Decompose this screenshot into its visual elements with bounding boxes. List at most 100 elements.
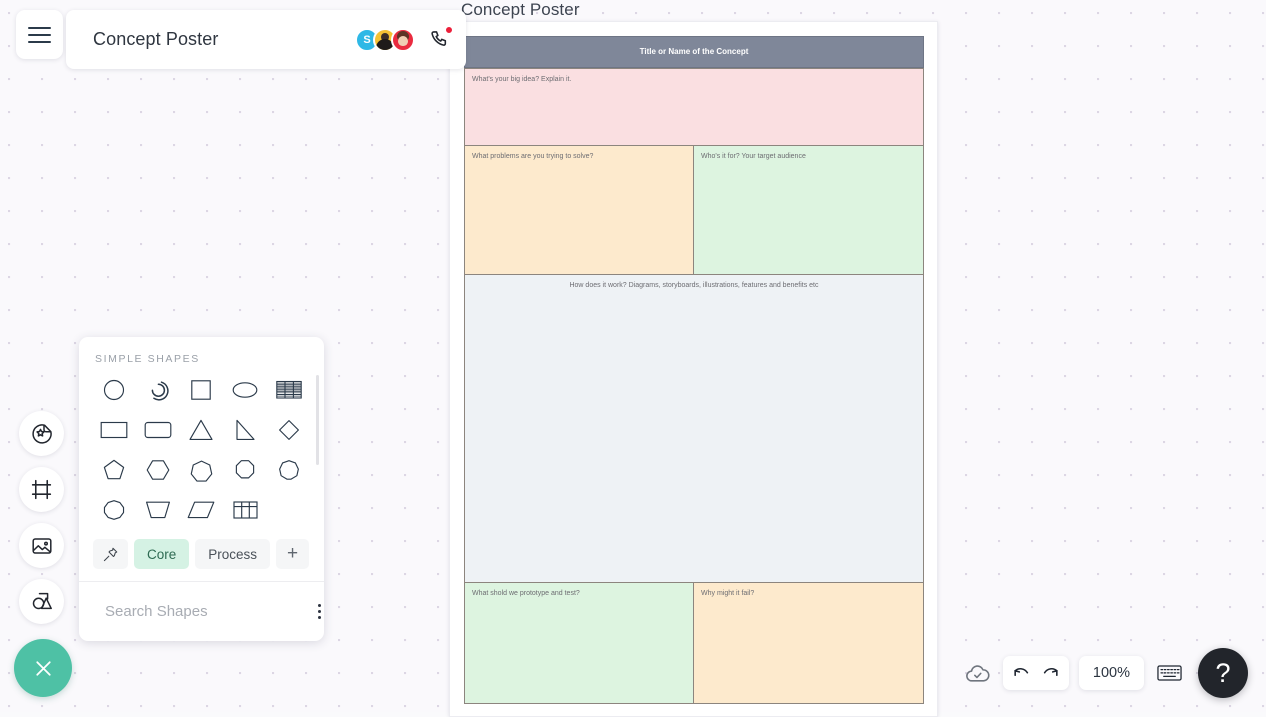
ellipse-icon (232, 378, 258, 402)
parallelogram-icon (187, 499, 215, 521)
poster-cell-title-header[interactable]: Title or Name of the Concept (464, 36, 924, 68)
rectangle-icon (100, 419, 128, 441)
poster-cell-audience[interactable]: Who's it for? Your target audience (693, 145, 924, 275)
hamburger-menu-icon (28, 41, 51, 43)
close-icon (31, 656, 56, 681)
kebab-menu-icon (318, 604, 321, 607)
shapes-icon (30, 590, 54, 614)
tab-process[interactable]: Process (195, 539, 270, 569)
poster-cell-label: Why might it fail? (701, 589, 916, 598)
poster-cell-label: How does it work? Diagrams, storyboards,… (479, 281, 909, 290)
poster-cell-why-fail[interactable]: Why might it fail? (693, 582, 924, 704)
poster-cell-label: Title or Name of the Concept (640, 47, 749, 57)
tab-pinned[interactable] (93, 539, 128, 569)
shape-triangle[interactable] (181, 413, 223, 447)
close-panel-button[interactable] (14, 639, 72, 697)
undo-button[interactable] (1008, 660, 1035, 687)
poster-cell-label: What shold we prototype and test? (472, 589, 686, 598)
pin-icon (102, 546, 119, 563)
diamond-icon (277, 418, 301, 442)
shapes-panel-scrollbar[interactable] (316, 375, 319, 465)
shape-empty-slot (268, 493, 310, 527)
decagon-icon (103, 499, 125, 521)
shape-table-grid[interactable] (224, 493, 266, 527)
arc-icon (146, 378, 170, 402)
tool-rail (19, 411, 64, 624)
avatar[interactable] (391, 28, 415, 52)
square-icon (189, 378, 213, 402)
concept-poster-object[interactable]: Concept Poster Title or Name of the Conc… (449, 0, 938, 717)
circle-icon (102, 378, 126, 402)
shape-arc[interactable] (137, 373, 179, 407)
shape-square[interactable] (181, 373, 223, 407)
cloud-save-status[interactable] (963, 658, 993, 688)
shape-rectangle[interactable] (93, 413, 135, 447)
poster-cell-prototype-test[interactable]: What shold we prototype and test? (464, 582, 694, 704)
main-menu-button[interactable] (16, 10, 63, 59)
hexagon-icon (145, 458, 171, 482)
trapezoid-icon (145, 499, 171, 521)
board-topbar: Concept Poster S (66, 10, 466, 69)
rounded-rectangle-icon (144, 419, 172, 441)
shape-pentagon[interactable] (93, 453, 135, 487)
poster-card[interactable]: Title or Name of the Concept What's your… (449, 21, 938, 717)
shapes-panel: SIMPLE SHAPES (79, 337, 324, 641)
board-title[interactable]: Concept Poster (93, 29, 355, 50)
search-input[interactable] (105, 603, 304, 620)
nonagon-icon (278, 459, 300, 481)
redo-button[interactable] (1037, 660, 1064, 687)
shape-octagon[interactable] (224, 453, 266, 487)
shape-diamond[interactable] (268, 413, 310, 447)
shapes-search-row (79, 581, 324, 641)
shape-right-triangle[interactable] (224, 413, 266, 447)
shape-table-striped[interactable] (268, 373, 310, 407)
tab-add-category[interactable]: + (276, 539, 309, 569)
table-grid-icon (233, 499, 258, 521)
shapes-scroll-area[interactable] (79, 365, 324, 535)
keyboard-shortcuts-button[interactable] (1154, 660, 1184, 686)
poster-cell-big-idea[interactable]: What's your big idea? Explain it. (464, 68, 924, 146)
poster-cell-label: What problems are you trying to solve? (472, 152, 686, 161)
keyboard-icon (1157, 663, 1182, 683)
redo-icon (1041, 664, 1060, 683)
undo-icon (1012, 664, 1031, 683)
table-striped-icon (276, 379, 302, 401)
shape-category-tabs: Core Process + (79, 535, 324, 581)
poster-cell-label: Who's it for? Your target audience (701, 152, 916, 161)
shape-ellipse[interactable] (224, 373, 266, 407)
collaborator-avatars: S (355, 28, 415, 52)
poster-canvas-title: Concept Poster (461, 0, 580, 20)
shapes-grid (93, 373, 310, 527)
shape-hexagon[interactable] (137, 453, 179, 487)
undo-redo-group (1003, 656, 1069, 690)
right-triangle-icon (233, 418, 257, 442)
shapes-panel-menu-button[interactable] (314, 600, 325, 623)
poster-cell-how-it-works[interactable]: How does it work? Diagrams, storyboards,… (464, 274, 924, 583)
rail-item-frames[interactable] (19, 467, 64, 512)
tab-core[interactable]: Core (134, 539, 189, 569)
kebab-menu-icon (318, 610, 321, 613)
rail-item-stickers[interactable] (19, 411, 64, 456)
shape-parallelogram[interactable] (181, 493, 223, 527)
frame-icon (29, 477, 54, 502)
image-icon (30, 534, 54, 558)
zoom-level[interactable]: 100% (1079, 656, 1144, 690)
shape-circle[interactable] (93, 373, 135, 407)
shape-decagon[interactable] (93, 493, 135, 527)
shape-rounded-rectangle[interactable] (137, 413, 179, 447)
pentagon-icon (102, 458, 126, 482)
notification-badge (445, 26, 453, 34)
shapes-panel-header: SIMPLE SHAPES (79, 337, 324, 365)
shape-nonagon[interactable] (268, 453, 310, 487)
help-button[interactable]: ? (1198, 648, 1248, 698)
shape-trapezoid[interactable] (137, 493, 179, 527)
rail-item-shapes[interactable] (19, 579, 64, 624)
poster-cell-label: What's your big idea? Explain it. (472, 75, 916, 84)
cloud-saved-icon (964, 660, 991, 687)
shape-heptagon[interactable] (181, 453, 223, 487)
bottom-toolbar: 100% ? (963, 648, 1248, 698)
phone-call-button[interactable] (426, 27, 452, 53)
triangle-icon (188, 418, 214, 442)
poster-cell-problems[interactable]: What problems are you trying to solve? (464, 145, 694, 275)
rail-item-images[interactable] (19, 523, 64, 568)
